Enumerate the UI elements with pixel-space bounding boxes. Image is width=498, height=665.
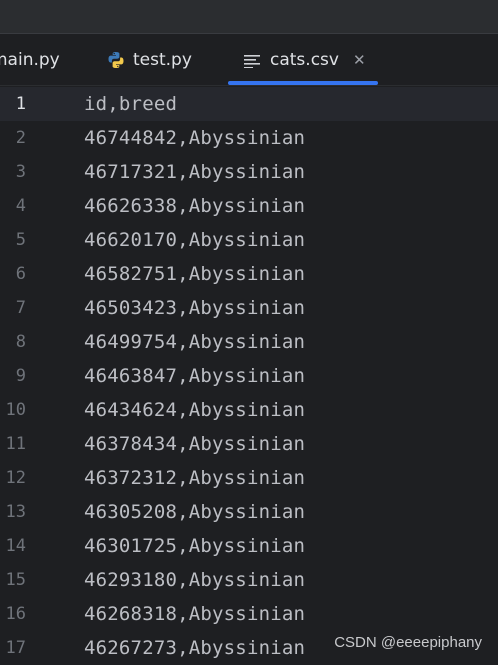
code-line[interactable]: 12 46372312,Abyssinian [0, 461, 498, 495]
code-text: 46372312,Abyssinian [84, 467, 306, 489]
line-number: 1 [15, 94, 26, 114]
code-text: 46268318,Abyssinian [84, 603, 306, 625]
line-number: 6 [15, 264, 26, 284]
line-number: 2 [15, 128, 26, 148]
code-text: 46717321,Abyssinian [84, 161, 306, 183]
tab-label: cats.csv [270, 50, 339, 70]
line-number: 14 [5, 536, 26, 556]
line-number: 7 [15, 298, 26, 318]
code-text: 46463847,Abyssinian [84, 365, 306, 387]
python-icon [107, 51, 125, 69]
code-line[interactable]: 9 46463847,Abyssinian [0, 359, 498, 393]
line-number: 3 [15, 162, 26, 182]
code-text: 46499754,Abyssinian [84, 331, 306, 353]
code-text: 46267273,Abyssinian [84, 637, 306, 659]
code-line[interactable]: 13 46305208,Abyssinian [0, 495, 498, 529]
line-number: 15 [5, 570, 26, 590]
code-text: 46503423,Abyssinian [84, 297, 306, 319]
tab-label: test.py [133, 50, 192, 70]
tab-test-py[interactable]: test.py [107, 34, 192, 86]
title-bar [0, 0, 498, 34]
code-text: 46378434,Abyssinian [84, 433, 306, 455]
line-number: 4 [15, 196, 26, 216]
code-line[interactable]: 1 id,breed [0, 87, 498, 121]
line-number: 16 [5, 604, 26, 624]
code-line[interactable]: 16 46268318,Abyssinian [0, 597, 498, 631]
tab-main-py[interactable]: main.py [0, 34, 60, 86]
watermark: CSDN @eeeepiphany [334, 634, 482, 651]
close-icon[interactable]: ✕ [353, 51, 366, 69]
code-line[interactable]: 8 46499754,Abyssinian [0, 325, 498, 359]
line-number: 11 [5, 434, 26, 454]
code-line[interactable]: 10 46434624,Abyssinian [0, 393, 498, 427]
code-line[interactable]: 4 46626338,Abyssinian [0, 189, 498, 223]
line-number: 9 [15, 366, 26, 386]
line-number: 13 [5, 502, 26, 522]
code-line[interactable]: 2 46744842,Abyssinian [0, 121, 498, 155]
code-editor[interactable]: 1 id,breed 2 46744842,Abyssinian 3 46717321,A… [0, 86, 498, 661]
code-line[interactable]: 11 46378434,Abyssinian [0, 427, 498, 461]
line-number: 8 [15, 332, 26, 352]
tab-cats-csv[interactable]: cats.csv ✕ [228, 34, 378, 86]
code-text: 46582751,Abyssinian [84, 263, 306, 285]
code-line[interactable]: 5 46620170,Abyssinian [0, 223, 498, 257]
line-number: 10 [5, 400, 26, 420]
code-line[interactable]: 15 46293180,Abyssinian [0, 563, 498, 597]
code-text: 46434624,Abyssinian [84, 399, 306, 421]
editor-tab-bar: main.py test.py cats.csv ✕ [0, 34, 498, 86]
line-number: 12 [5, 468, 26, 488]
code-text: 46293180,Abyssinian [84, 569, 306, 591]
code-text: 46301725,Abyssinian [84, 535, 306, 557]
code-text: 46620170,Abyssinian [84, 229, 306, 251]
code-line[interactable]: 3 46717321,Abyssinian [0, 155, 498, 189]
code-line[interactable]: 14 46301725,Abyssinian [0, 529, 498, 563]
active-tab-indicator [228, 81, 378, 85]
line-number: 17 [5, 638, 26, 658]
code-text: id,breed [84, 93, 178, 115]
text-file-icon [244, 53, 260, 68]
code-line[interactable]: 7 46503423,Abyssinian [0, 291, 498, 325]
code-text: 46744842,Abyssinian [84, 127, 306, 149]
code-line[interactable]: 6 46582751,Abyssinian [0, 257, 498, 291]
code-text: 46305208,Abyssinian [84, 501, 306, 523]
line-number: 5 [15, 230, 26, 250]
code-text: 46626338,Abyssinian [84, 195, 306, 217]
tab-label: main.py [0, 50, 60, 70]
